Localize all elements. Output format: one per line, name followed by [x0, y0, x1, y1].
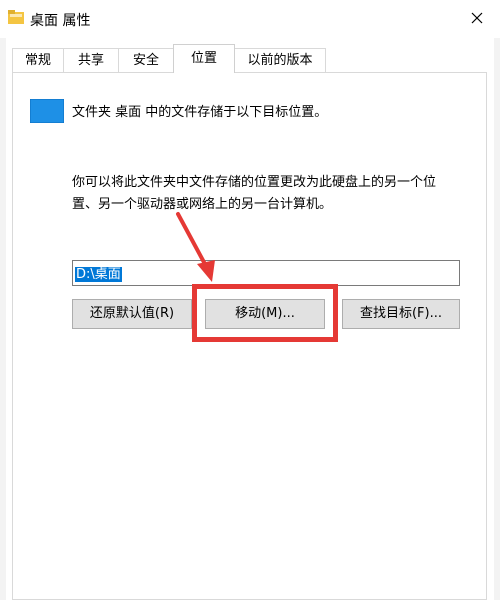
folder-icon: [30, 99, 64, 123]
tab-general[interactable]: 常规: [12, 48, 64, 72]
find-target-button[interactable]: 查找目标(F)...: [342, 299, 460, 329]
close-button[interactable]: [460, 4, 494, 32]
info-line-2: 置、另一个驱动器或网络上的另一台计算机。: [72, 197, 333, 212]
tab-previous-versions[interactable]: 以前的版本: [234, 48, 326, 72]
location-description: 文件夹 桌面 中的文件存储于以下目标位置。: [72, 105, 328, 120]
tab-sharing[interactable]: 共享: [63, 48, 119, 72]
folder-icon: [8, 10, 24, 24]
location-path-field[interactable]: D:\桌面: [72, 260, 460, 286]
close-icon: [471, 12, 483, 24]
info-line-1: 你可以将此文件夹中文件存储的位置更改为此硬盘上的另一个位: [72, 175, 437, 190]
background-window-edge-left: [0, 38, 6, 600]
title-bar: 桌面 属性: [0, 0, 500, 38]
tab-location[interactable]: 位置: [173, 44, 235, 73]
annotation-highlight-box: [192, 284, 338, 342]
location-info: 你可以将此文件夹中文件存储的位置更改为此硬盘上的另一个位 置、另一个驱动器或网络…: [72, 172, 472, 216]
restore-default-button[interactable]: 还原默认值(R): [72, 299, 192, 329]
path-selected-text: D:\桌面: [75, 267, 122, 282]
background-window-edge-right: [494, 38, 500, 600]
window-title: 桌面 属性: [30, 13, 91, 29]
tab-security[interactable]: 安全: [118, 48, 174, 72]
